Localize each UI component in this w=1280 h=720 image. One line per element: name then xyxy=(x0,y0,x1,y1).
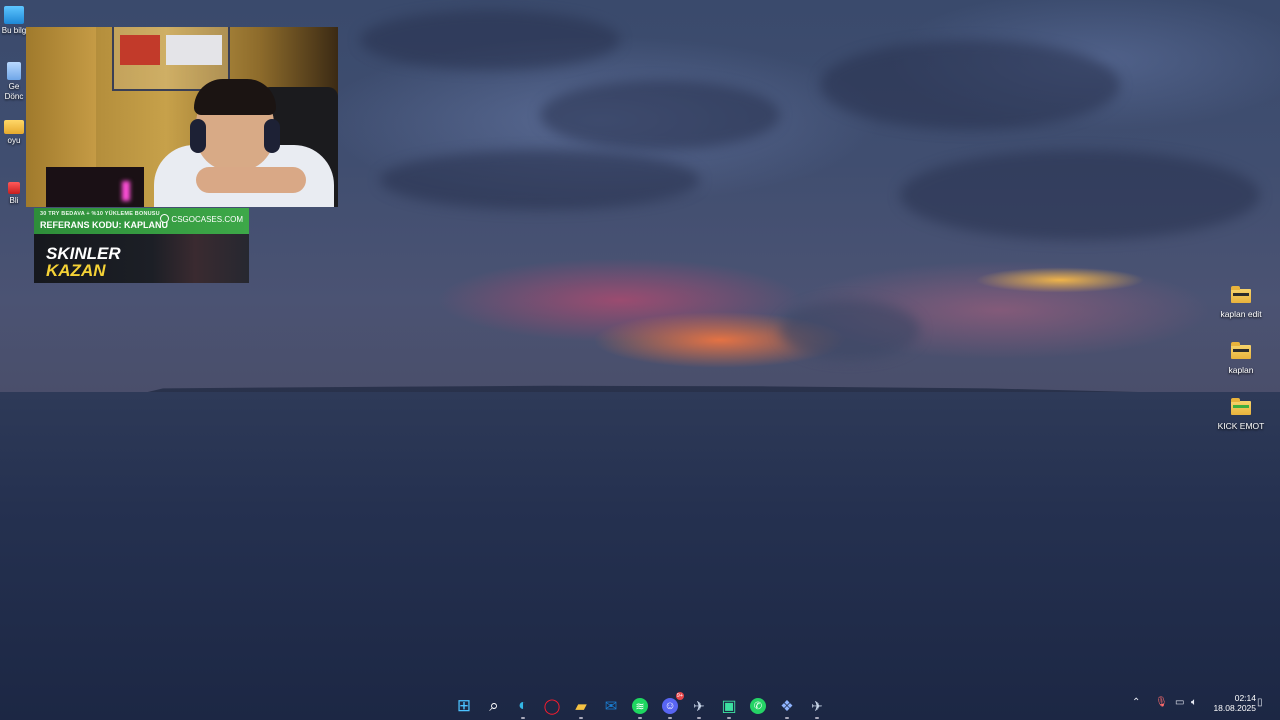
network-icon[interactable]: ▭ xyxy=(1175,697,1184,708)
folder-icon xyxy=(1231,286,1251,303)
banner-logo-text: CSGOCASES.COM xyxy=(171,215,243,224)
search-button[interactable]: ⌕ xyxy=(483,695,505,717)
recycle-bin-icon xyxy=(7,62,21,80)
cloud xyxy=(780,300,920,360)
webcam-overlay xyxy=(26,27,338,207)
spotify-icon: ≋ xyxy=(632,698,648,714)
windows-start-icon: ⊞ xyxy=(456,696,472,715)
banner-header: 30 TRY BEDAVA + %10 YÜKLEME BONUSU REFER… xyxy=(34,208,249,234)
whatsapp-icon: ✆ xyxy=(750,698,766,714)
folder-icon xyxy=(1231,398,1251,415)
edge-icon: ◐ xyxy=(518,697,528,714)
taskbar: ⊞ ⌕ ◐ ◯ ▰ ✉ ≋ ☺ 9+ ✈ ▣ ✆ ❖ ✈ ⌃ 🎙︎ ▭ 🔈︎ ▯ xyxy=(0,690,1280,720)
taskbar-app-green[interactable]: ▣ xyxy=(718,695,740,719)
chevron-up-icon[interactable]: ⌃ xyxy=(1132,697,1140,708)
discord-notification-badge: 9+ xyxy=(675,692,684,700)
desktop-icon-kaplan[interactable]: kaplan xyxy=(1211,342,1271,375)
steam-icon: ✈ xyxy=(811,697,823,714)
banner-logo: CSGOCASES.COM xyxy=(160,214,243,224)
app-icon: ❖ xyxy=(780,698,794,715)
taskbar-discord[interactable]: ☺ 9+ xyxy=(659,692,684,719)
desktop-icon-label: KICK EMOT xyxy=(1217,421,1265,431)
banner-bonus-text: 30 TRY BEDAVA + %10 YÜKLEME BONUSU xyxy=(40,211,160,217)
taskbar-steam-2[interactable]: ✈ xyxy=(806,695,828,719)
steam-icon: ✈ xyxy=(693,697,705,714)
app-icon: ▣ xyxy=(721,698,737,715)
taskbar-outlook[interactable]: ✉ xyxy=(600,695,622,717)
person-arm xyxy=(196,167,306,193)
headphone-icon xyxy=(190,119,206,153)
sea xyxy=(0,392,1280,720)
shortcut-icon xyxy=(8,182,20,194)
shelf-box xyxy=(120,35,160,65)
shelf-box xyxy=(166,35,222,65)
cloud xyxy=(900,150,1260,240)
cloud xyxy=(360,10,620,70)
person-hair xyxy=(194,79,276,115)
banner-referral-text: REFERANS KODU: KAPLANU xyxy=(40,220,168,230)
desktop-icon-kaplan-edit[interactable]: kaplan edit xyxy=(1211,286,1271,319)
search-icon: ⌕ xyxy=(489,696,499,715)
banner-headline-2: KAZAN xyxy=(46,261,106,280)
taskbar-spotify[interactable]: ≋ xyxy=(629,695,651,719)
csgocases-logo-icon xyxy=(160,214,170,223)
taskbar-app-blue[interactable]: ❖ xyxy=(776,695,798,719)
taskbar-whatsapp[interactable]: ✆ xyxy=(747,695,769,717)
folder-icon xyxy=(1231,342,1251,359)
microphone-icon[interactable]: 🎙︎ xyxy=(1155,697,1168,708)
taskbar-edge[interactable]: ◐ xyxy=(512,695,534,719)
volume-icon[interactable]: 🔈︎ xyxy=(1191,697,1197,708)
cloud xyxy=(540,80,780,150)
desktop-icon-kick-emot[interactable]: KICK EMOT xyxy=(1211,398,1271,431)
taskbar-file-explorer[interactable]: ▰ xyxy=(570,695,592,719)
taskbar-clock[interactable]: 02:14 18.08.2025 xyxy=(1206,693,1256,713)
desktop-icon-label: kaplan xyxy=(1228,365,1254,375)
taskbar-steam[interactable]: ✈ xyxy=(688,695,710,719)
rgb-light xyxy=(122,181,130,201)
clock-date: 18.08.2025 xyxy=(1213,703,1256,713)
taskbar-opera[interactable]: ◯ xyxy=(541,695,563,717)
outlook-icon: ✉ xyxy=(604,698,618,715)
this-pc-icon xyxy=(4,6,24,24)
start-button[interactable]: ⊞ xyxy=(453,695,475,717)
cloud xyxy=(820,40,1120,130)
discord-icon: ☺ xyxy=(662,698,678,714)
opera-icon: ◯ xyxy=(543,698,561,715)
sponsor-banner: 30 TRY BEDAVA + %10 YÜKLEME BONUSU REFER… xyxy=(34,208,249,283)
folder-icon xyxy=(4,120,24,134)
clock-time: 02:14 xyxy=(1234,693,1256,703)
folder-icon: ▰ xyxy=(575,698,587,715)
notification-icon[interactable]: ▯ xyxy=(1257,697,1263,708)
desktop-icon-label: kaplan edit xyxy=(1220,309,1262,319)
banner-body: SKINLER KAZAN xyxy=(34,234,249,283)
banner-headline-1: SKINLER xyxy=(46,244,121,263)
headphone-icon xyxy=(264,119,280,153)
cloud xyxy=(380,150,700,210)
